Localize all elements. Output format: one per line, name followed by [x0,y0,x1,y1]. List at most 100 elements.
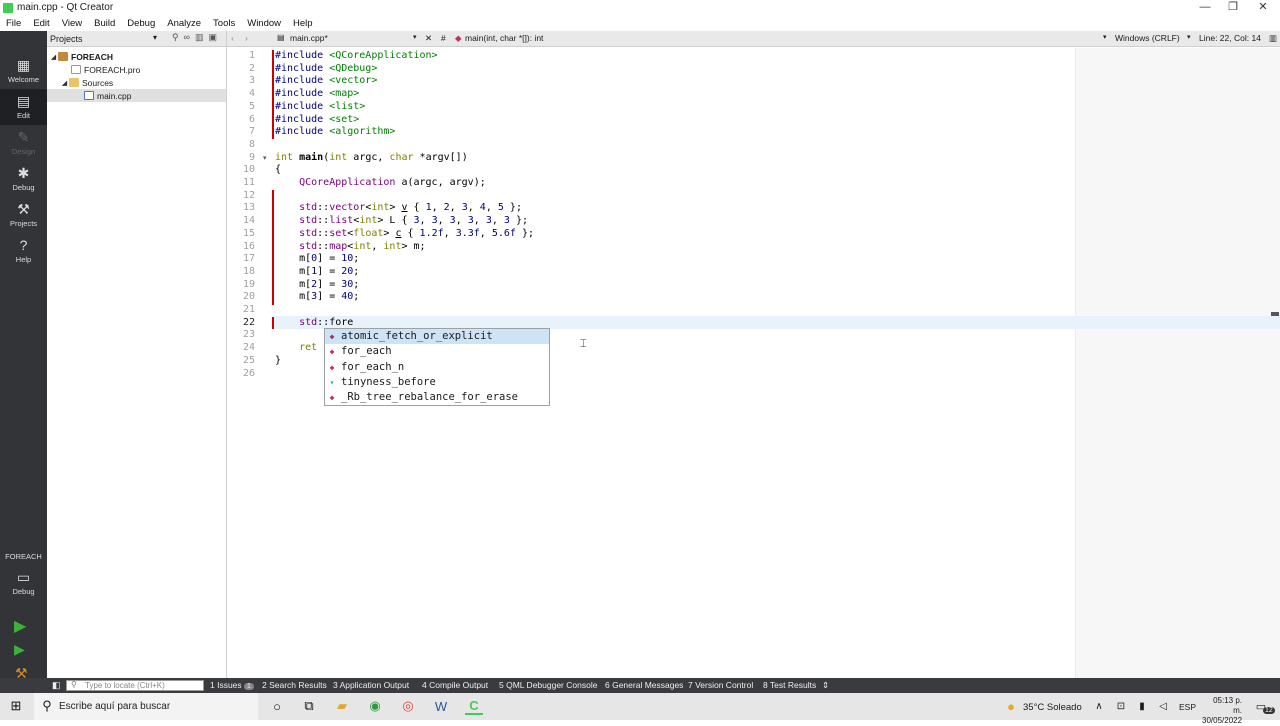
mode-label: Edit [17,111,30,120]
code-line: #include <QDebug> [275,62,378,74]
tab-general-messages[interactable]: 6 General Messages [605,680,683,690]
code-line: #include <algorithm> [275,126,396,138]
close-file-icon[interactable]: ✕ [425,33,432,44]
code-line: m[3] = 40; [275,291,360,303]
restore-icon[interactable]: ❐ [1218,0,1248,15]
expand-arrow-icon[interactable]: ◢ [60,79,69,87]
menu-help[interactable]: Help [287,18,319,29]
tab-issues[interactable]: 1 Issues 1 [210,680,254,690]
bug-icon: ✱ [17,165,30,181]
wrench-icon: ⚒ [17,201,30,217]
change-marker [272,317,274,329]
mode-help[interactable]: ? Help [0,233,47,269]
minimize-icon[interactable]: — [1190,0,1220,15]
code-line: #include <map> [275,88,360,100]
fold-arrow-icon[interactable]: ▾ [263,154,267,162]
mode-welcome[interactable]: ▦ Welcome [0,53,47,89]
mode-debug[interactable]: ✱ Debug [0,161,47,197]
expand-arrow-icon[interactable]: ◢ [49,53,58,61]
link-icon[interactable]: ∞ [184,32,195,42]
folder-icon [69,78,79,87]
completion-item[interactable]: ◆ _Rb_tree_rebalance_for_erase [325,390,549,405]
close-icon[interactable]: ✕ [1248,0,1278,15]
line-number-gutter: 1 2 3 4 5 6 7 8 9 10 11 12 13 14 15 16 17 18 19 20 21 22 23 24 2… [227,48,271,678]
clock[interactable]: 05:13 p. m. 30/05/2022 [1202,696,1242,726]
weather-text[interactable]: 35°C Soleado [1023,702,1082,713]
completion-label: atomic_fetch_or_explicit [341,330,493,342]
cortana-icon[interactable]: ○ [268,697,286,715]
code-completion-popup: ◆ atomic_fetch_or_explicit ◆ for_each ◆ … [324,328,550,406]
volume-icon[interactable]: ◁ [1154,697,1172,715]
mode-projects[interactable]: ⚒ Projects [0,197,47,233]
taskbar-search[interactable]: Escribe aquí para buscar [34,693,258,720]
task-view-icon[interactable]: ⧉ [300,697,318,715]
tray-chevron-icon[interactable]: ∧ [1090,697,1108,715]
menu-edit[interactable]: Edit [27,18,55,29]
target-project-label: FOREACH [5,552,42,561]
tree-item-main-cpp[interactable]: main.cpp [47,89,226,102]
tab-version-control[interactable]: 7 Version Control [688,680,753,690]
line-ending-dropdown-icon[interactable]: ▾ [1103,33,1107,41]
run-icon[interactable]: ▶ [14,616,26,636]
split-icon[interactable]: ▥ [195,32,209,42]
cpp-file-icon [84,91,94,100]
app-green-icon[interactable]: ◉ [366,697,384,715]
mode-edit[interactable]: ▤ Edit [0,89,47,125]
chevron-down-icon[interactable]: ▾ [153,33,157,42]
tab-compile-output[interactable]: 4 Compile Output [422,680,488,690]
language-indicator[interactable]: ESP [1179,702,1196,712]
tree-item-project[interactable]: ◢ FOREACH [47,50,226,63]
completion-item[interactable]: ▾ tinyness_before [325,375,549,390]
debug-run-icon[interactable]: ▶ [14,641,25,658]
word-icon[interactable]: W [432,697,450,715]
menu-build[interactable]: Build [88,18,121,29]
qt-creator-taskbar-icon[interactable]: C [465,697,483,715]
text-cursor-icon: ⌶ [580,338,587,350]
tab-qml-debugger-console[interactable]: 5 QML Debugger Console [499,680,597,690]
symbol-selector[interactable]: main(int, char *[]): int [465,33,543,43]
locator-input[interactable]: Type to locate (Ctrl+K) [66,680,204,691]
mode-design[interactable]: ✎ Design [0,125,47,161]
tab-application-output[interactable]: 3 Application Output [333,680,409,690]
code-line: std::map<int, int> m; [299,240,426,252]
microphone-icon[interactable]: ▮ [1133,697,1151,715]
code-line: m[1] = 20; [275,265,360,277]
chrome-icon[interactable]: ◎ [399,697,417,715]
line-ending[interactable]: Windows (CRLF) [1115,33,1180,43]
completion-item[interactable]: ◆ for_each [325,344,549,359]
menu-view[interactable]: View [56,18,88,29]
cursor-position[interactable]: Line: 22, Col: 14 [1199,33,1261,43]
file-explorer-icon[interactable]: ▰ [333,697,351,715]
tree-item-pro-file[interactable]: FOREACH.pro [47,63,226,76]
tab-search-results[interactable]: 2 Search Results [262,680,327,690]
position-dropdown-icon[interactable]: ▾ [1187,33,1191,41]
completion-item[interactable]: ◆ atomic_fetch_or_explicit [325,329,549,345]
completion-item[interactable]: ◆ for_each_n [325,360,549,375]
line-number: 19 [242,278,255,290]
toggle-sidebar-icon[interactable]: ◧ [52,680,61,691]
code-line: m[0] = 10; [275,253,360,265]
tab-test-results[interactable]: 8 Test Results [763,680,816,690]
projects-panel: Projects ▾ ⚲∞▥▣ ◢ FOREACH FOREACH.pro ◢ … [47,31,227,678]
tabs-more-icon[interactable]: ⇕ [822,680,829,691]
menu-analyze[interactable]: Analyze [161,18,207,29]
windows-start-icon[interactable]: ⊞ [7,697,25,715]
menu-debug[interactable]: Debug [121,18,161,29]
menu-window[interactable]: Window [241,18,287,29]
tree-item-sources[interactable]: ◢ Sources [47,76,226,89]
search-icon: ⚲ [71,680,77,689]
forward-arrow-icon[interactable]: › [245,33,248,43]
close-panel-icon[interactable]: ▣ [208,32,222,42]
back-arrow-icon[interactable]: ‹ [231,33,234,43]
file-tab[interactable]: main.cpp* [290,33,328,43]
menu-file[interactable]: File [0,18,27,29]
split-editor-icon[interactable]: ▥ [1269,33,1277,44]
target-selector[interactable]: ▭ Debug [0,565,47,601]
network-icon[interactable]: ⊡ [1112,697,1130,715]
projects-panel-title[interactable]: Projects [50,34,83,44]
line-number: 10 [242,164,255,176]
menu-tools[interactable]: Tools [207,18,241,29]
file-dropdown-icon[interactable]: ▾ [413,33,417,41]
filter-icon[interactable]: ⚲ [172,32,184,42]
symbol-hash-icon: # [441,33,446,43]
